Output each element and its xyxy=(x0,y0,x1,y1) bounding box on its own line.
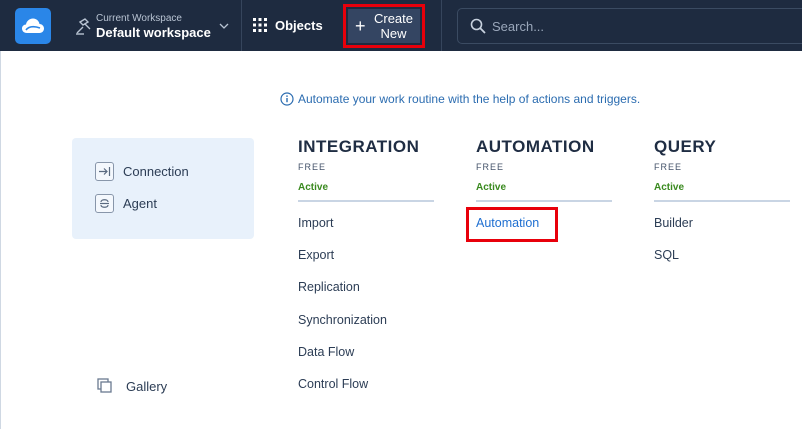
cloud-logo-icon xyxy=(22,18,44,33)
topbar-divider xyxy=(441,0,442,51)
plus-icon: + xyxy=(355,16,366,36)
left-panel: Connection Agent xyxy=(72,138,254,239)
create-new-button[interactable]: + Create New xyxy=(348,9,420,43)
connection-label: Connection xyxy=(123,163,189,179)
workspace-icon xyxy=(76,18,91,35)
query-column: QUERY FREE Active Builder SQL xyxy=(654,135,790,262)
link-automation[interactable]: Automation xyxy=(476,214,539,232)
gallery-label: Gallery xyxy=(126,378,168,394)
info-banner: Automate your work routine with the help… xyxy=(280,90,640,108)
link-builder[interactable]: Builder xyxy=(654,214,693,232)
app-logo[interactable] xyxy=(15,8,51,44)
topbar-divider xyxy=(241,0,242,51)
create-new-highlight: + Create New xyxy=(343,4,425,48)
info-icon xyxy=(280,92,294,106)
column-tier: FREE xyxy=(654,162,683,172)
link-synchronization[interactable]: Synchronization xyxy=(298,311,387,329)
left-edge-divider xyxy=(0,51,1,429)
agent-icon xyxy=(95,193,114,213)
top-bar: Current Workspace Default workspace Obje… xyxy=(0,0,802,51)
connection-icon xyxy=(95,161,114,181)
column-status: Active xyxy=(654,182,685,193)
link-sql[interactable]: SQL xyxy=(654,246,679,264)
search-input[interactable]: Search... xyxy=(457,8,802,44)
column-tier: FREE xyxy=(298,162,327,172)
agent-item[interactable]: Agent xyxy=(95,192,157,214)
column-title: INTEGRATION xyxy=(298,137,420,156)
column-status: Active xyxy=(476,182,507,193)
chevron-down-icon xyxy=(219,23,229,29)
workspace-selector[interactable]: Current Workspace Default workspace xyxy=(75,10,229,42)
create-label-line1: Create xyxy=(373,10,414,26)
workspace-caption: Current Workspace xyxy=(96,12,182,24)
column-rule xyxy=(476,200,612,202)
grid-icon xyxy=(253,18,267,32)
column-title: QUERY xyxy=(654,137,717,156)
objects-label: Objects xyxy=(275,17,323,33)
search-placeholder: Search... xyxy=(492,18,545,34)
create-label-line2: New xyxy=(380,26,407,41)
link-replication[interactable]: Replication xyxy=(298,278,360,296)
link-control-flow[interactable]: Control Flow xyxy=(298,375,368,393)
column-tier: FREE xyxy=(476,162,505,172)
connection-item[interactable]: Connection xyxy=(95,160,189,182)
integration-column: INTEGRATION FREE Active Import Export Re… xyxy=(298,135,434,391)
link-export[interactable]: Export xyxy=(298,246,334,264)
create-new-label: Create New xyxy=(369,11,420,42)
column-rule xyxy=(654,200,790,202)
link-import[interactable]: Import xyxy=(298,214,333,232)
column-rule xyxy=(298,200,434,202)
gallery-link[interactable]: Gallery xyxy=(97,376,167,396)
automation-column: AUTOMATION FREE Active Automation xyxy=(476,135,612,230)
link-data-flow[interactable]: Data Flow xyxy=(298,343,354,361)
info-text: Automate your work routine with the help… xyxy=(298,92,641,106)
column-status: Active xyxy=(298,182,329,193)
workspace-name: Default workspace xyxy=(96,24,211,40)
agent-label: Agent xyxy=(123,195,157,211)
search-icon xyxy=(470,18,486,34)
column-title: AUTOMATION xyxy=(476,137,595,156)
objects-button[interactable]: Objects xyxy=(253,12,323,38)
gallery-icon xyxy=(97,378,112,393)
